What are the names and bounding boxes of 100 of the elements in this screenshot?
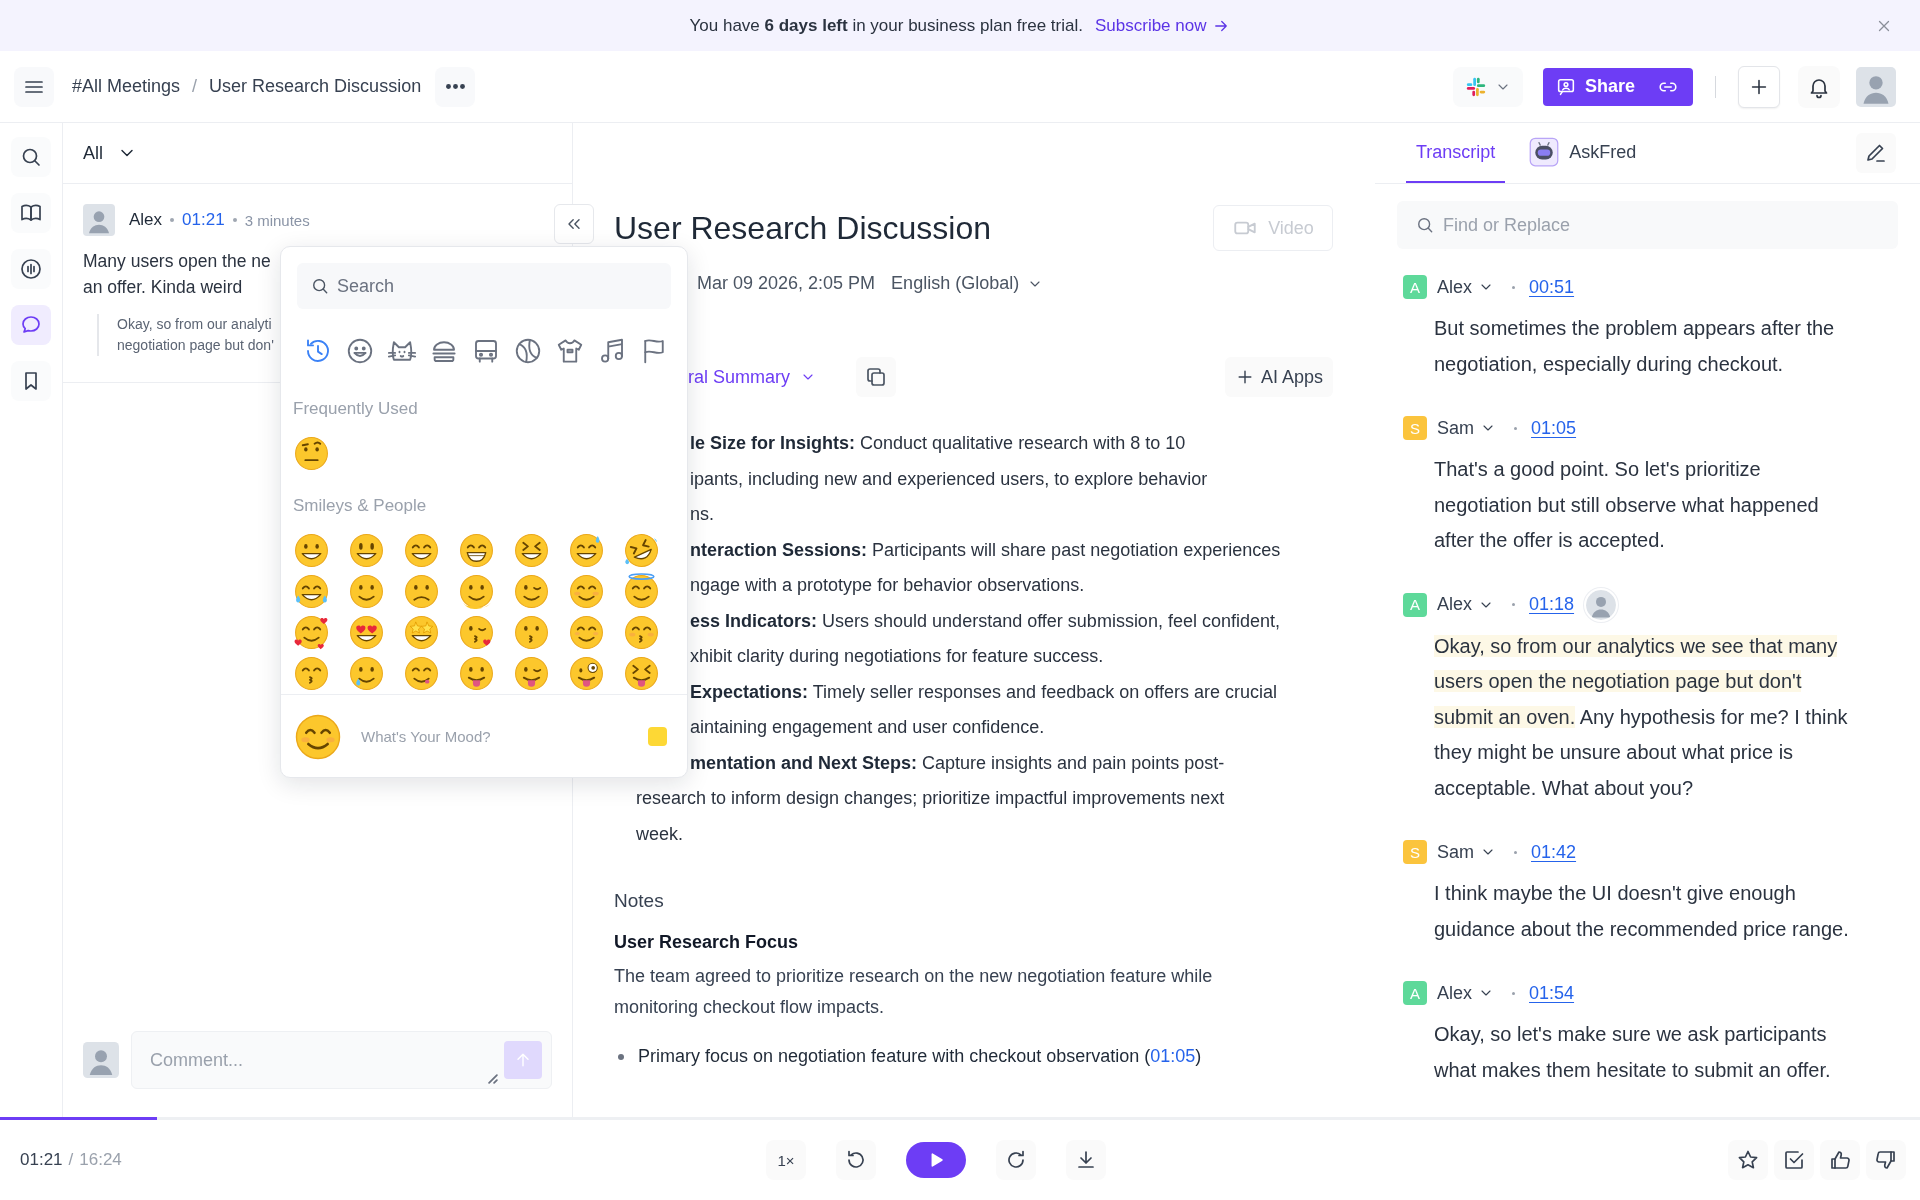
- emoji-icon[interactable]: [348, 573, 385, 610]
- audio-button[interactable]: [11, 249, 51, 289]
- rewind-button[interactable]: [836, 1140, 876, 1180]
- summary-text: week.: [636, 822, 684, 846]
- notifications-button[interactable]: [1798, 65, 1840, 108]
- summary-text: mentation and Next Steps: Capture insights and pain points post-: [690, 751, 1225, 775]
- task-button[interactable]: [1774, 1140, 1814, 1180]
- robot-icon: [1529, 137, 1560, 167]
- comment-age: 3 minutes: [244, 211, 310, 229]
- ball-icon: [513, 336, 543, 366]
- emoji-icon[interactable]: [458, 655, 495, 692]
- speaker-dropdown[interactable]: Alex: [1437, 276, 1494, 298]
- favorite-button[interactable]: [1728, 1140, 1768, 1180]
- add-button[interactable]: [1738, 65, 1780, 108]
- emoji-icon[interactable]: [293, 532, 330, 569]
- emoji-icon[interactable]: [348, 614, 385, 651]
- notes-subheading: User Research Focus: [614, 932, 800, 953]
- comments-button[interactable]: [11, 305, 51, 345]
- skin-tone-swatch[interactable]: [648, 727, 667, 746]
- transcript-text: Okay, so from our analytics we see that many users open the negotiation page but don't submit an oven. Any hypothesis for me? I think they might be unsure about what price is acceptable. What about you?: [1433, 633, 1849, 801]
- emoji-icon[interactable]: [403, 614, 440, 651]
- ai-apps-button[interactable]: AI Apps: [1224, 357, 1333, 397]
- summary-text: ess Indicators: Users should understand offer submission, feel confident,: [690, 609, 1280, 633]
- timestamp-link[interactable]: 00:51: [1529, 276, 1575, 298]
- emoji-icon[interactable]: [513, 532, 550, 569]
- download-button[interactable]: [1066, 1140, 1106, 1180]
- timestamp-link[interactable]: 01:21: [182, 210, 225, 230]
- meeting-date: Mar 09 2026, 2:05 PM: [697, 273, 876, 294]
- emoji-icon[interactable]: [513, 655, 550, 692]
- filter-dropdown[interactable]: All: [83, 142, 137, 164]
- emoji-search-field[interactable]: Search: [297, 263, 671, 309]
- collapse-button[interactable]: [554, 204, 594, 244]
- like-button[interactable]: [1820, 1140, 1860, 1180]
- comment-field[interactable]: Comment...: [131, 1031, 552, 1089]
- speaker-dropdown[interactable]: Alex: [1437, 594, 1494, 615]
- emoji-icon[interactable]: [568, 655, 605, 692]
- bookmark-button[interactable]: [11, 361, 51, 401]
- user-avatar[interactable]: [1856, 66, 1896, 107]
- transcript-text: But sometimes the problem appears after the negotiation, especially during checkout.: [1433, 316, 1836, 377]
- emoji-icon[interactable]: [403, 655, 440, 692]
- emoji-icon[interactable]: [568, 532, 605, 569]
- menu-button[interactable]: [14, 66, 54, 107]
- play-button[interactable]: [906, 1142, 966, 1178]
- integration-dropdown[interactable]: [1452, 66, 1523, 107]
- summary-text: le Size for Insights: Conduct qualitative research with 8 to 10: [690, 432, 1186, 455]
- emoji-icon[interactable]: [403, 532, 440, 569]
- timestamp-link[interactable]: 01:54: [1529, 982, 1575, 1004]
- library-button[interactable]: [11, 193, 51, 233]
- emoji-icon[interactable]: [293, 655, 330, 692]
- speaker-dropdown[interactable]: Sam: [1437, 417, 1496, 439]
- emoji-icon[interactable]: [348, 532, 385, 569]
- emoji-icon[interactable]: [293, 614, 330, 651]
- smiley-icon: [345, 336, 375, 366]
- more-button[interactable]: [435, 66, 476, 107]
- checkbox-icon: [1782, 1148, 1806, 1172]
- emoji-icon[interactable]: [623, 573, 660, 610]
- emoji-icon[interactable]: [623, 614, 660, 651]
- timestamp-link[interactable]: 01:05: [1150, 1046, 1196, 1067]
- timestamp-link[interactable]: 01:42: [1531, 841, 1577, 863]
- emoji-icon[interactable]: [458, 532, 495, 569]
- resize-grip-icon: [488, 1074, 498, 1084]
- emoji-icon[interactable]: [513, 614, 550, 651]
- language-dropdown[interactable]: English (Global): [891, 273, 1044, 294]
- breadcrumb-link[interactable]: User Research Discussion: [209, 76, 422, 97]
- copy-button[interactable]: [856, 357, 896, 397]
- edit-button[interactable]: [1856, 133, 1896, 173]
- emoji-icon[interactable]: [623, 532, 660, 569]
- mood-field[interactable]: What's Your Mood?: [361, 728, 630, 745]
- emoji-icon[interactable]: [568, 614, 605, 651]
- forward-button[interactable]: [996, 1140, 1036, 1180]
- emoji-icon[interactable]: [513, 573, 550, 610]
- panel-tab[interactable]: AskFred: [1519, 123, 1647, 183]
- speed-button[interactable]: 1×: [766, 1140, 806, 1180]
- timestamp-link[interactable]: 01:18: [1529, 594, 1575, 615]
- transcript-text: That's a good point. So let's prioritize negotiation but still observe what happened after the offer is accepted.: [1433, 457, 1820, 553]
- speaker-dropdown[interactable]: Alex: [1437, 982, 1494, 1004]
- panel-tab[interactable]: Transcript: [1406, 123, 1506, 183]
- emoji-icon[interactable]: [403, 573, 440, 610]
- emoji-icon[interactable]: [348, 655, 385, 692]
- dislike-button[interactable]: [1866, 1140, 1906, 1180]
- search-icon: [310, 276, 330, 296]
- transcript-text: I think maybe the UI doesn't give enough guidance about the recommended price range.: [1433, 881, 1850, 942]
- summary-text: research to inform design changes; prioritize impactful improvements next: [636, 787, 1225, 810]
- find-replace-field[interactable]: Find or Replace: [1397, 201, 1898, 249]
- speaker-dropdown[interactable]: Sam: [1437, 841, 1496, 863]
- timestamp-link[interactable]: 01:05: [1531, 417, 1577, 439]
- search-button[interactable]: [11, 137, 51, 177]
- share-button[interactable]: Share: [1542, 67, 1693, 106]
- subscribe-link[interactable]: Subscribe now: [1094, 15, 1231, 36]
- emoji-icon[interactable]: [458, 573, 495, 610]
- emoji-icon[interactable]: [458, 614, 495, 651]
- summary-text: ipants, including new and experienced users, to explore behavior: [690, 467, 1208, 491]
- emoji-icon[interactable]: [623, 655, 660, 692]
- transcript-text: Okay, so let's make sure we ask participants what makes them hesitate to submit an offer.: [1433, 1022, 1832, 1083]
- emoji-icon[interactable]: [293, 573, 330, 610]
- emoji-icon[interactable]: [293, 435, 330, 472]
- avatar: [83, 1042, 119, 1078]
- summary-type-dropdown[interactable]: ral Summary: [688, 366, 816, 388]
- emoji-icon[interactable]: [568, 573, 605, 610]
- breadcrumb-link[interactable]: #All Meetings: [72, 76, 181, 97]
